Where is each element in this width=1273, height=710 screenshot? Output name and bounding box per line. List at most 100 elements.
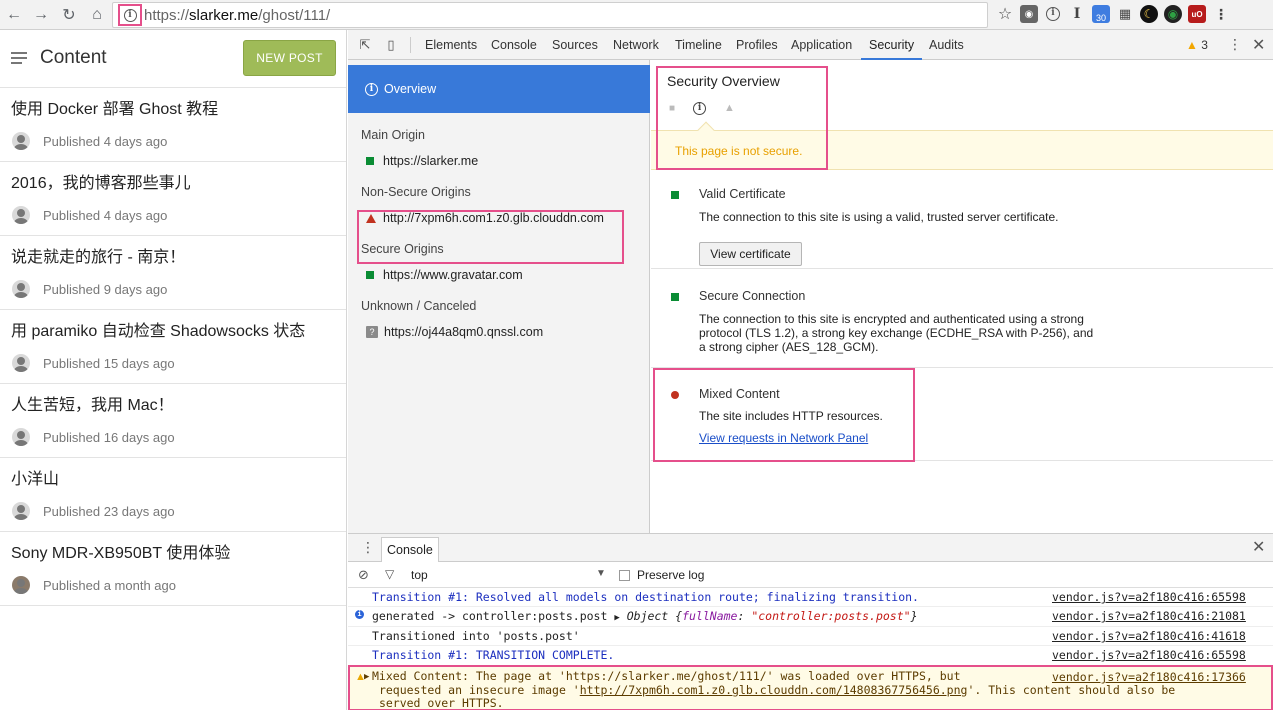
address-bar[interactable]: i https://slarker.me/ghost/111/ bbox=[112, 2, 988, 28]
log-source-link[interactable]: vendor.js?v=a2f180c416:65598 bbox=[1052, 649, 1246, 662]
log-source-link[interactable]: vendor.js?v=a2f180c416:41618 bbox=[1052, 630, 1246, 643]
object-sep: : bbox=[737, 609, 752, 623]
tab-audits[interactable]: Audits bbox=[929, 30, 964, 60]
log-line: i generated -> controller:posts.post ▶ O… bbox=[348, 607, 1273, 627]
qr-ext-icon[interactable]: ▦ bbox=[1116, 5, 1134, 23]
post-list-item[interactable]: 2016，我的博客那些事儿 Published 4 days ago bbox=[0, 162, 346, 236]
calendar-ext-icon[interactable]: 30 bbox=[1092, 5, 1110, 23]
question-icon: ? bbox=[366, 326, 378, 338]
avatar-icon bbox=[12, 502, 30, 520]
post-meta: Published 23 days ago bbox=[11, 501, 335, 521]
origin-secure[interactable]: https://www.gravatar.com bbox=[366, 268, 523, 282]
tab-profiles[interactable]: Profiles bbox=[736, 30, 778, 60]
tab-divider bbox=[410, 37, 411, 53]
post-list-item[interactable]: 说走就走的旅行 - 南京！ Published 9 days ago bbox=[0, 236, 346, 310]
preserve-log-checkbox[interactable]: Preserve log bbox=[619, 568, 704, 582]
origin-non-secure-label: http://7xpm6h.com1.z0.glb.clouddn.com bbox=[383, 211, 604, 225]
url-host: slarker.me bbox=[189, 7, 259, 24]
secure-origins-title: Secure Origins bbox=[361, 242, 444, 256]
post-list-item[interactable]: 人生苦短，我用 Mac！ Published 16 days ago bbox=[0, 384, 346, 458]
shield-ext-icon[interactable]: ◉ bbox=[1020, 5, 1038, 23]
tab-timeline[interactable]: Timeline bbox=[675, 30, 722, 60]
post-title: 小洋山 bbox=[11, 471, 60, 488]
warning-count: 3 bbox=[1201, 38, 1208, 52]
post-meta: Published 4 days ago bbox=[11, 205, 335, 225]
tab-network[interactable]: Network bbox=[613, 30, 659, 60]
tab-security[interactable]: Security bbox=[861, 30, 923, 60]
post-list: 使用 Docker 部署 Ghost 教程 Published 4 days ag… bbox=[0, 88, 346, 606]
clear-console-icon[interactable]: ⊘ bbox=[358, 567, 369, 583]
ublock-ext-icon[interactable]: uO bbox=[1188, 5, 1206, 23]
site-info-icon[interactable]: i bbox=[118, 4, 142, 26]
tab-console[interactable]: Console bbox=[491, 30, 537, 60]
preserve-log-label: Preserve log bbox=[637, 568, 705, 582]
post-list-item[interactable]: 小洋山 Published 23 days ago bbox=[0, 458, 346, 532]
post-date: Published 4 days ago bbox=[43, 207, 168, 223]
unknown-origins-title: Unknown / Canceled bbox=[361, 299, 477, 313]
log-object[interactable]: Object {fullName: "controller:posts.post… bbox=[627, 609, 918, 623]
certificate-desc: The connection to this site is using a v… bbox=[699, 210, 1059, 224]
tab-application[interactable]: Application bbox=[791, 30, 852, 60]
chrome-ext-icon[interactable]: ◉ bbox=[1164, 5, 1182, 23]
expand-triangle-icon[interactable]: ▶ bbox=[614, 613, 619, 623]
inspect-element-icon[interactable]: ⇱ bbox=[357, 37, 373, 53]
content-header: Content NEW POST bbox=[0, 30, 346, 88]
origin-non-secure[interactable]: http://7xpm6h.com1.z0.glb.clouddn.com bbox=[366, 211, 604, 225]
home-icon[interactable]: ⌂ bbox=[86, 4, 108, 26]
log-message: Transitioned into 'posts.post' bbox=[372, 629, 580, 643]
menu-icon[interactable] bbox=[11, 52, 27, 66]
instapaper-ext-icon[interactable]: I bbox=[1068, 5, 1086, 23]
new-post-button[interactable]: NEW POST bbox=[243, 40, 336, 76]
devtools-close-icon[interactable]: ✕ bbox=[1252, 35, 1265, 55]
star-icon[interactable]: ☆ bbox=[996, 5, 1014, 23]
warning-counter[interactable]: ▲ 3 bbox=[1186, 38, 1208, 52]
info-icon: i bbox=[355, 610, 364, 619]
moon-ext-icon[interactable]: ☾ bbox=[1140, 5, 1158, 23]
post-meta: Published a month ago bbox=[11, 575, 335, 595]
object-close: } bbox=[910, 609, 918, 623]
post-list-item[interactable]: Sony MDR-XB950BT 使用体验 Published a month a… bbox=[0, 532, 346, 606]
tab-sources[interactable]: Sources bbox=[552, 30, 598, 60]
info-state-icon: i bbox=[693, 101, 707, 115]
post-title: Sony MDR-XB950BT 使用体验 bbox=[11, 545, 231, 562]
origin-main[interactable]: https://slarker.me bbox=[366, 154, 478, 168]
info-ext-icon[interactable]: i bbox=[1044, 5, 1062, 23]
sidebar-item-overview[interactable]: i Overview bbox=[348, 65, 650, 113]
page-title: Content bbox=[40, 47, 107, 68]
view-network-requests-link[interactable]: View requests in Network Panel bbox=[699, 431, 868, 445]
connection-title: Secure Connection bbox=[699, 289, 806, 303]
log-source-link[interactable]: vendor.js?v=a2f180c416:17366 bbox=[1052, 670, 1246, 684]
log-source-link[interactable]: vendor.js?v=a2f180c416:65598 bbox=[1052, 591, 1246, 604]
context-select[interactable]: top bbox=[411, 568, 428, 582]
insecure-image-link[interactable]: http://7xpm6h.com1.z0.glb.clouddn.com/14… bbox=[580, 683, 968, 697]
post-list-item[interactable]: 使用 Docker 部署 Ghost 教程 Published 4 days ag… bbox=[0, 88, 346, 162]
origin-unknown[interactable]: ? https://oj44a8qm0.qnssl.com bbox=[366, 325, 543, 339]
post-list-item[interactable]: 用 paramiko 自动检查 Shadowsocks 状态 Published … bbox=[0, 310, 346, 384]
browser-toolbar: ← → ↻ ⌂ i https://slarker.me/ghost/111/ … bbox=[0, 0, 1273, 30]
expand-triangle-icon[interactable]: ▶ bbox=[364, 671, 369, 685]
post-title: 用 paramiko 自动检查 Shadowsocks 状态 bbox=[11, 323, 306, 340]
main-origin-title: Main Origin bbox=[361, 128, 425, 142]
tab-elements[interactable]: Elements bbox=[425, 30, 477, 60]
reload-icon[interactable]: ↻ bbox=[58, 4, 80, 26]
drawer-close-icon[interactable]: ✕ bbox=[1252, 537, 1265, 557]
back-icon[interactable]: ← bbox=[3, 4, 25, 26]
view-certificate-button[interactable]: View certificate bbox=[699, 242, 802, 266]
post-date: Published a month ago bbox=[43, 577, 176, 593]
device-mode-icon[interactable]: ▯ bbox=[383, 37, 399, 53]
tab-console-drawer[interactable]: Console bbox=[381, 537, 439, 562]
log-source-link[interactable]: vendor.js?v=a2f180c416:21081 bbox=[1052, 610, 1246, 623]
console-toolbar: ⊘ ▽ top ▼ Preserve log bbox=[348, 562, 1273, 588]
devtools-menu-icon[interactable]: ⋮ bbox=[1228, 36, 1242, 53]
log-message: generated -> controller:posts.post ▶ Obj… bbox=[372, 610, 918, 625]
log-text: generated -> controller:posts.post bbox=[372, 609, 615, 623]
filter-icon[interactable]: ▽ bbox=[385, 567, 394, 581]
chevron-down-icon[interactable]: ▼ bbox=[596, 568, 606, 579]
url-text[interactable]: https://slarker.me/ghost/111/ bbox=[144, 7, 330, 24]
menu-kebab-icon[interactable]: ⋮ bbox=[1212, 5, 1230, 23]
forward-icon[interactable]: → bbox=[30, 4, 52, 26]
log-message: Transition #1: Resolved all models on de… bbox=[372, 590, 919, 604]
post-date: Published 23 days ago bbox=[43, 503, 175, 519]
drawer-menu-icon[interactable]: ⋮ bbox=[361, 539, 375, 556]
non-secure-origins-title: Non-Secure Origins bbox=[361, 185, 471, 199]
